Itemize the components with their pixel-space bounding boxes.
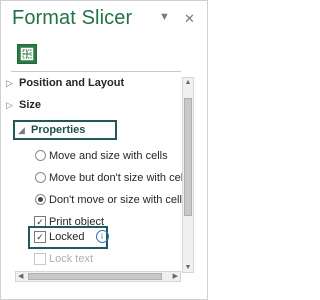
section-label: Position and Layout	[19, 77, 125, 89]
close-icon: ✕	[184, 11, 195, 26]
chevron-down-icon: ▼	[159, 11, 170, 23]
lock-text-checkbox-row: Lock text	[34, 251, 94, 267]
checkbox-label: Locked	[49, 231, 85, 243]
radio-label: Move but don't size with cells	[49, 172, 183, 184]
radio-button[interactable]	[35, 172, 46, 183]
section-size[interactable]: ▷ Size	[6, 97, 42, 113]
section-label: Properties	[31, 124, 86, 136]
pane-title: Format Slicer	[12, 7, 133, 29]
horizontal-scrollbar[interactable]: ◀ ▶	[15, 271, 181, 282]
scrollbar-thumb[interactable]	[28, 273, 162, 280]
expanded-triangle-icon: ◢	[18, 125, 25, 135]
format-slicer-pane: Format Slicer ▼ ✕ ▷ Position and Layout …	[0, 0, 208, 300]
size-properties-tab[interactable]	[17, 44, 37, 64]
section-properties[interactable]: ◢ Properties	[18, 122, 86, 138]
section-label: Size	[19, 99, 42, 111]
chevron-right-icon: ▷	[6, 100, 13, 110]
scrollbar-thumb[interactable]	[184, 98, 192, 216]
radio-button[interactable]	[35, 150, 46, 161]
locked-checkbox-row[interactable]: ✓ Locked i	[34, 229, 109, 245]
radio-label: Don't move or size with cells	[49, 194, 183, 206]
lock-text-checkbox	[34, 253, 46, 265]
vertical-scrollbar[interactable]: ▲ ▼	[182, 77, 194, 273]
pane-options-button[interactable]: ▼	[159, 11, 170, 23]
chevron-right-icon: ▷	[6, 78, 13, 88]
divider	[11, 71, 181, 72]
pane-content: ▷ Position and Layout ▷ Size ◢ Propertie…	[1, 73, 183, 271]
section-position-and-layout[interactable]: ▷ Position and Layout	[6, 75, 125, 91]
scroll-up-icon[interactable]: ▲	[184, 79, 192, 86]
close-pane-button[interactable]: ✕	[184, 11, 195, 27]
locked-checkbox[interactable]: ✓	[34, 231, 46, 243]
radio-dont-move-or-size[interactable]: Don't move or size with cells	[35, 192, 183, 208]
radio-label: Move and size with cells	[49, 150, 168, 162]
scroll-left-icon[interactable]: ◀	[18, 272, 23, 281]
scroll-down-icon[interactable]: ▼	[184, 264, 192, 271]
scroll-right-icon[interactable]: ▶	[173, 272, 178, 281]
radio-button-selected[interactable]	[35, 194, 46, 205]
radio-move-and-size[interactable]: Move and size with cells	[35, 148, 168, 164]
size-properties-icon	[20, 47, 34, 61]
radio-move-dont-size[interactable]: Move but don't size with cells	[35, 170, 183, 186]
checkbox-label: Lock text	[49, 253, 94, 265]
info-icon[interactable]: i	[95, 230, 109, 243]
